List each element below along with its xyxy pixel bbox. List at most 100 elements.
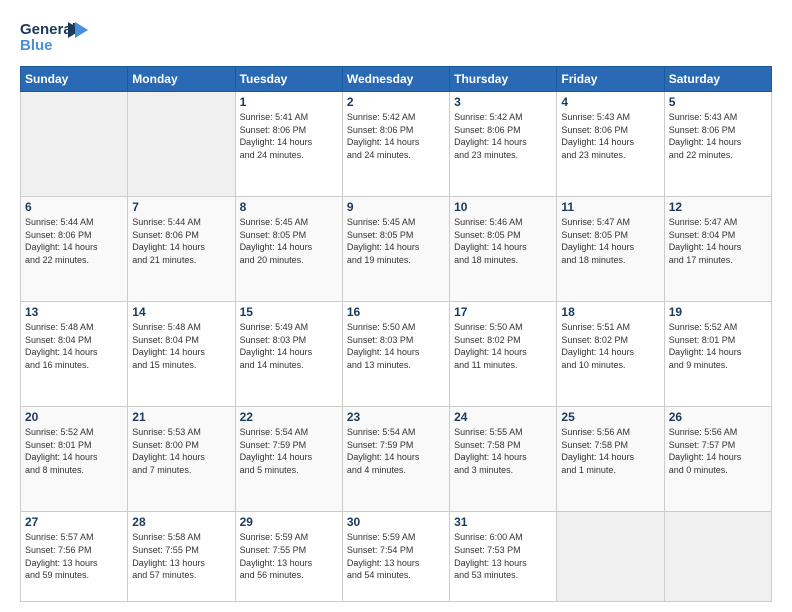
day-info: Sunrise: 5:48 AM Sunset: 8:04 PM Dayligh…	[132, 321, 230, 371]
calendar-cell: 21 Sunrise: 5:53 AM Sunset: 8:00 PM Dayli…	[128, 407, 235, 512]
calendar-cell: 30 Sunrise: 5:59 AM Sunset: 7:54 PM Dayli…	[342, 512, 449, 602]
day-number: 6	[25, 200, 123, 214]
day-number: 27	[25, 515, 123, 529]
calendar-cell: 7 Sunrise: 5:44 AM Sunset: 8:06 PM Daylig…	[128, 197, 235, 302]
day-info: Sunrise: 5:44 AM Sunset: 8:06 PM Dayligh…	[25, 216, 123, 266]
calendar-cell: 17 Sunrise: 5:50 AM Sunset: 8:02 PM Dayli…	[450, 302, 557, 407]
weekday-header-row: SundayMondayTuesdayWednesdayThursdayFrid…	[21, 67, 772, 92]
day-info: Sunrise: 5:59 AM Sunset: 7:54 PM Dayligh…	[347, 531, 445, 581]
weekday-header-wednesday: Wednesday	[342, 67, 449, 92]
day-number: 30	[347, 515, 445, 529]
weekday-header-monday: Monday	[128, 67, 235, 92]
day-number: 13	[25, 305, 123, 319]
day-info: Sunrise: 5:47 AM Sunset: 8:05 PM Dayligh…	[561, 216, 659, 266]
day-info: Sunrise: 5:42 AM Sunset: 8:06 PM Dayligh…	[347, 111, 445, 161]
calendar-cell	[557, 512, 664, 602]
calendar-cell: 4Sunrise: 5:43 AM Sunset: 8:06 PM Daylig…	[557, 92, 664, 197]
svg-text:General: General	[20, 21, 76, 38]
calendar-cell: 24 Sunrise: 5:55 AM Sunset: 7:58 PM Dayli…	[450, 407, 557, 512]
day-info: Sunrise: 6:00 AM Sunset: 7:53 PM Dayligh…	[454, 531, 552, 581]
day-info: Sunrise: 5:52 AM Sunset: 8:01 PM Dayligh…	[669, 321, 767, 371]
day-info: Sunrise: 5:59 AM Sunset: 7:55 PM Dayligh…	[240, 531, 338, 581]
day-info: Sunrise: 5:45 AM Sunset: 8:05 PM Dayligh…	[347, 216, 445, 266]
calendar-cell: 5 Sunrise: 5:43 AM Sunset: 8:06 PM Daylig…	[664, 92, 771, 197]
calendar-week-row: 1 Sunrise: 5:41 AM Sunset: 8:06 PM Daylig…	[21, 92, 772, 197]
day-number: 5	[669, 95, 767, 109]
day-info: Sunrise: 5:48 AM Sunset: 8:04 PM Dayligh…	[25, 321, 123, 371]
day-number: 1	[240, 95, 338, 109]
day-number: 26	[669, 410, 767, 424]
calendar-cell: 29Sunrise: 5:59 AM Sunset: 7:55 PM Dayli…	[235, 512, 342, 602]
day-info: Sunrise: 5:43 AM Sunset: 8:06 PM Dayligh…	[561, 111, 659, 161]
calendar-cell: 25Sunrise: 5:56 AM Sunset: 7:58 PM Dayli…	[557, 407, 664, 512]
weekday-header-tuesday: Tuesday	[235, 67, 342, 92]
header: GeneralBlue	[20, 18, 772, 56]
day-number: 22	[240, 410, 338, 424]
calendar-cell: 14Sunrise: 5:48 AM Sunset: 8:04 PM Dayli…	[128, 302, 235, 407]
calendar-cell: 12 Sunrise: 5:47 AM Sunset: 8:04 PM Dayli…	[664, 197, 771, 302]
day-info: Sunrise: 5:45 AM Sunset: 8:05 PM Dayligh…	[240, 216, 338, 266]
weekday-header-thursday: Thursday	[450, 67, 557, 92]
calendar-cell: 16 Sunrise: 5:50 AM Sunset: 8:03 PM Dayli…	[342, 302, 449, 407]
day-number: 23	[347, 410, 445, 424]
calendar-table: SundayMondayTuesdayWednesdayThursdayFrid…	[20, 66, 772, 602]
day-info: Sunrise: 5:55 AM Sunset: 7:58 PM Dayligh…	[454, 426, 552, 476]
calendar-cell: 6 Sunrise: 5:44 AM Sunset: 8:06 PM Daylig…	[21, 197, 128, 302]
calendar-week-row: 27Sunrise: 5:57 AM Sunset: 7:56 PM Dayli…	[21, 512, 772, 602]
calendar-week-row: 6 Sunrise: 5:44 AM Sunset: 8:06 PM Daylig…	[21, 197, 772, 302]
day-number: 19	[669, 305, 767, 319]
calendar-cell: 13 Sunrise: 5:48 AM Sunset: 8:04 PM Dayli…	[21, 302, 128, 407]
day-number: 7	[132, 200, 230, 214]
day-info: Sunrise: 5:53 AM Sunset: 8:00 PM Dayligh…	[132, 426, 230, 476]
calendar-cell: 27Sunrise: 5:57 AM Sunset: 7:56 PM Dayli…	[21, 512, 128, 602]
day-number: 2	[347, 95, 445, 109]
calendar-cell: 8 Sunrise: 5:45 AM Sunset: 8:05 PM Daylig…	[235, 197, 342, 302]
day-info: Sunrise: 5:43 AM Sunset: 8:06 PM Dayligh…	[669, 111, 767, 161]
day-number: 21	[132, 410, 230, 424]
calendar-cell: 2 Sunrise: 5:42 AM Sunset: 8:06 PM Daylig…	[342, 92, 449, 197]
calendar-cell	[21, 92, 128, 197]
day-info: Sunrise: 5:54 AM Sunset: 7:59 PM Dayligh…	[240, 426, 338, 476]
calendar-cell: 19 Sunrise: 5:52 AM Sunset: 8:01 PM Dayli…	[664, 302, 771, 407]
day-info: Sunrise: 5:54 AM Sunset: 7:59 PM Dayligh…	[347, 426, 445, 476]
day-number: 3	[454, 95, 552, 109]
day-info: Sunrise: 5:51 AM Sunset: 8:02 PM Dayligh…	[561, 321, 659, 371]
calendar-cell: 9 Sunrise: 5:45 AM Sunset: 8:05 PM Daylig…	[342, 197, 449, 302]
day-number: 15	[240, 305, 338, 319]
day-info: Sunrise: 5:41 AM Sunset: 8:06 PM Dayligh…	[240, 111, 338, 161]
day-info: Sunrise: 5:56 AM Sunset: 7:58 PM Dayligh…	[561, 426, 659, 476]
calendar-week-row: 20Sunrise: 5:52 AM Sunset: 8:01 PM Dayli…	[21, 407, 772, 512]
day-number: 8	[240, 200, 338, 214]
day-info: Sunrise: 5:44 AM Sunset: 8:06 PM Dayligh…	[132, 216, 230, 266]
calendar-cell: 31 Sunrise: 6:00 AM Sunset: 7:53 PM Dayli…	[450, 512, 557, 602]
day-number: 11	[561, 200, 659, 214]
day-info: Sunrise: 5:56 AM Sunset: 7:57 PM Dayligh…	[669, 426, 767, 476]
day-info: Sunrise: 5:50 AM Sunset: 8:02 PM Dayligh…	[454, 321, 552, 371]
day-number: 28	[132, 515, 230, 529]
day-number: 24	[454, 410, 552, 424]
day-info: Sunrise: 5:58 AM Sunset: 7:55 PM Dayligh…	[132, 531, 230, 581]
calendar-cell: 3 Sunrise: 5:42 AM Sunset: 8:06 PM Daylig…	[450, 92, 557, 197]
calendar-cell: 26 Sunrise: 5:56 AM Sunset: 7:57 PM Dayli…	[664, 407, 771, 512]
calendar-cell: 11 Sunrise: 5:47 AM Sunset: 8:05 PM Dayli…	[557, 197, 664, 302]
day-info: Sunrise: 5:47 AM Sunset: 8:04 PM Dayligh…	[669, 216, 767, 266]
day-number: 12	[669, 200, 767, 214]
day-number: 31	[454, 515, 552, 529]
calendar-cell: 15Sunrise: 5:49 AM Sunset: 8:03 PM Dayli…	[235, 302, 342, 407]
day-info: Sunrise: 5:42 AM Sunset: 8:06 PM Dayligh…	[454, 111, 552, 161]
logo-svg: GeneralBlue	[20, 18, 90, 56]
day-number: 17	[454, 305, 552, 319]
calendar-cell: 1 Sunrise: 5:41 AM Sunset: 8:06 PM Daylig…	[235, 92, 342, 197]
calendar-cell: 28 Sunrise: 5:58 AM Sunset: 7:55 PM Dayli…	[128, 512, 235, 602]
day-info: Sunrise: 5:50 AM Sunset: 8:03 PM Dayligh…	[347, 321, 445, 371]
day-number: 18	[561, 305, 659, 319]
day-number: 9	[347, 200, 445, 214]
logo: GeneralBlue	[20, 18, 90, 56]
page: GeneralBlue SundayMondayTuesdayWednesday…	[0, 0, 792, 612]
calendar-cell: 22 Sunrise: 5:54 AM Sunset: 7:59 PM Dayli…	[235, 407, 342, 512]
calendar-cell	[664, 512, 771, 602]
svg-text:Blue: Blue	[20, 37, 53, 54]
day-number: 16	[347, 305, 445, 319]
weekday-header-sunday: Sunday	[21, 67, 128, 92]
calendar-cell: 20Sunrise: 5:52 AM Sunset: 8:01 PM Dayli…	[21, 407, 128, 512]
